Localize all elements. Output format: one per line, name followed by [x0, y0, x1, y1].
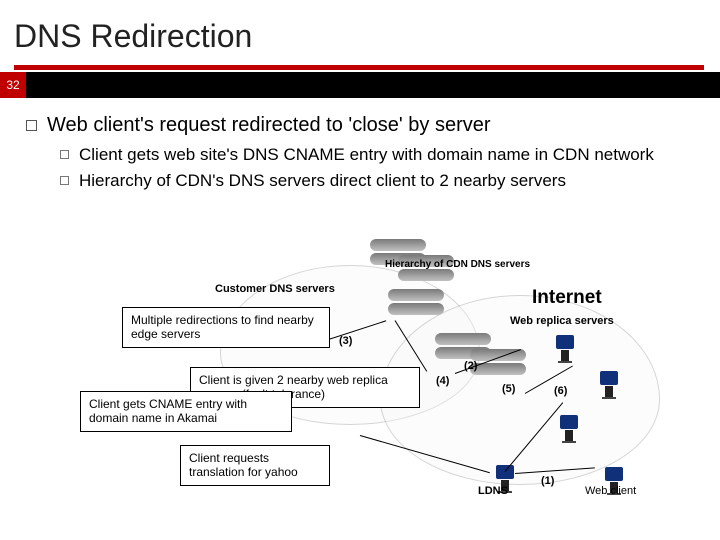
bullet-icon [26, 120, 37, 131]
title-underline [14, 65, 704, 70]
step-4: (4) [436, 375, 449, 387]
server-icon [470, 349, 526, 377]
dns-diagram: Internet Customer DNS servers Hierarchy … [60, 245, 680, 525]
replica-label: Web replica servers [510, 315, 614, 327]
ldns-label: LDNS [478, 485, 508, 497]
sub-bullet-text: Hierarchy of CDN's DNS servers direct cl… [79, 171, 566, 191]
main-bullet-text: Web client's request redirected to 'clos… [47, 114, 491, 137]
cdn-dns-label: Hierarchy of CDN DNS servers [385, 259, 530, 270]
bullet-icon [60, 176, 69, 185]
page-number-bar: 32 [0, 72, 720, 98]
sub-bullet: Hierarchy of CDN's DNS servers direct cl… [60, 171, 694, 191]
callout-multi: Multiple redirections to find nearby edg… [122, 307, 330, 348]
step-6: (6) [554, 385, 567, 397]
customer-dns-label: Customer DNS servers [215, 283, 335, 295]
internet-label: Internet [532, 287, 602, 309]
slide-content: Web client's request redirected to 'clos… [0, 98, 720, 191]
step-1: (1) [541, 475, 554, 487]
page-title: DNS Redirection [0, 0, 720, 65]
bullet-icon [60, 150, 69, 159]
callout-cname: Client gets CNAME entry with domain name… [80, 391, 292, 432]
sub-bullet-text: Client gets web site's DNS CNAME entry w… [79, 145, 654, 165]
sub-bullet-list: Client gets web site's DNS CNAME entry w… [26, 145, 694, 191]
web-client-label: Web client [585, 485, 636, 497]
sub-bullet: Client gets web site's DNS CNAME entry w… [60, 145, 694, 165]
step-2: (2) [464, 360, 477, 372]
host-icon [600, 371, 618, 397]
server-icon [388, 289, 444, 317]
step-3: (3) [339, 335, 352, 347]
page-number: 32 [0, 72, 26, 98]
main-bullet: Web client's request redirected to 'clos… [26, 114, 694, 137]
host-icon [556, 335, 574, 361]
callout-request: Client requests translation for yahoo [180, 445, 330, 486]
bar-fill [26, 72, 720, 98]
host-icon [560, 415, 578, 441]
step-5: (5) [502, 383, 515, 395]
